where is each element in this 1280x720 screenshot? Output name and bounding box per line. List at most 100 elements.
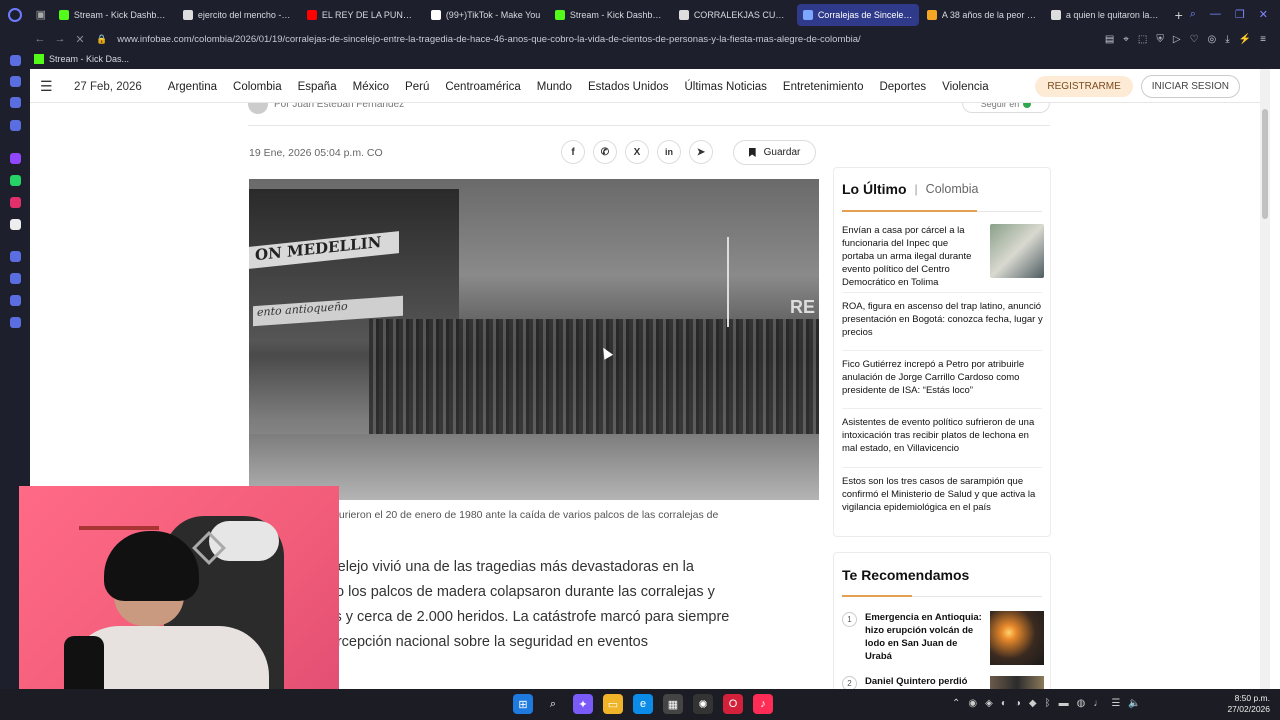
linkedin-icon[interactable]: in [657, 140, 681, 164]
twitch-icon[interactable] [10, 153, 21, 164]
settings-icon[interactable] [10, 317, 21, 328]
register-button[interactable]: REGISTRARME [1035, 76, 1133, 97]
instagram-icon[interactable] [10, 197, 21, 208]
menu-search-icon[interactable]: ☰ [40, 78, 60, 95]
browser-tab[interactable]: Stream - Kick Dashboard [549, 4, 671, 26]
account-icon[interactable]: ◎ [1208, 34, 1217, 45]
snapshot-icon[interactable]: ⬚ [1138, 34, 1147, 45]
tray-app-icon[interactable]: ◈ [985, 698, 993, 709]
recommended-thumbnail[interactable] [990, 611, 1044, 665]
minimize-icon[interactable]: — [1210, 8, 1221, 21]
sidebar-app-icon[interactable] [10, 55, 21, 66]
sidebar-app-icon[interactable] [10, 251, 21, 262]
recommended-thumbnail[interactable] [990, 676, 1044, 689]
start-icon[interactable]: ⊞ [513, 694, 533, 714]
edge-icon[interactable]: e [633, 694, 653, 714]
save-button[interactable]: Guardar [733, 140, 816, 165]
whatsapp-share-icon[interactable]: ✆ [593, 140, 617, 164]
news-item[interactable]: Fico Gutiérrez increpó a Petro por atrib… [842, 358, 1044, 397]
browser-tab[interactable]: EL REY DE LA PUNTUAL [301, 4, 423, 26]
nav-category[interactable]: Deportes [879, 81, 926, 93]
nav-category[interactable]: Violencia [942, 81, 988, 93]
shield-icon[interactable]: ⛨ [1156, 34, 1164, 45]
nav-category[interactable]: Argentina [168, 81, 217, 93]
latest-news-title[interactable]: Lo Último [842, 181, 907, 197]
browser-tab[interactable]: a quien le quitaron la cor [1045, 4, 1167, 26]
sidebar-app-icon[interactable] [10, 97, 21, 108]
browser-tab[interactable]: ejercito del mencho - Bu [177, 4, 299, 26]
bookmark-icon[interactable]: ♡ [1190, 34, 1199, 45]
sidebar-app-icon[interactable] [10, 120, 21, 131]
nav-category[interactable]: Mundo [537, 81, 572, 93]
login-button[interactable]: INICIAR SESION [1140, 75, 1240, 98]
news-item[interactable]: Asistentes de evento político sufrieron … [842, 416, 1044, 455]
browser-tab[interactable]: CORRALEKJAS CUANDO [673, 4, 795, 26]
tray-app-icon[interactable]: ◉ [968, 698, 977, 709]
tiktok-icon[interactable] [10, 219, 21, 230]
news-thumbnail[interactable] [990, 224, 1044, 278]
url-field[interactable]: www.infobae.com/colombia/2026/01/19/corr… [117, 34, 860, 45]
store-icon[interactable]: ▦ [663, 694, 683, 714]
nav-category[interactable]: Estados Unidos [588, 81, 669, 93]
nav-category[interactable]: España [298, 81, 337, 93]
recommended-item[interactable]: Emergencia en Antioquia: hizo erupción v… [865, 611, 985, 663]
browser-tab[interactable]: A 38 años de la peor tra [921, 4, 1043, 26]
opera-icon[interactable]: O [723, 694, 743, 714]
reader-icon[interactable]: ▤ [1105, 34, 1114, 45]
ai-icon[interactable]: ⚡ [1239, 34, 1251, 45]
page-scrollbar[interactable] [1260, 69, 1270, 689]
sidebar-app-icon[interactable] [10, 295, 21, 306]
microphone-icon[interactable]: ♩ [1093, 698, 1103, 709]
tab-menu-icon[interactable]: ▣ [30, 0, 52, 29]
file-explorer-icon[interactable]: ▭ [603, 694, 623, 714]
scrollbar-thumb[interactable] [1262, 109, 1268, 219]
more-icon[interactable]: ≡ [1260, 34, 1266, 45]
browser-tab[interactable]: Stream - Kick Dashboard [53, 4, 175, 26]
volume-icon[interactable]: 🔈 [1128, 698, 1140, 709]
search-tabs-icon[interactable]: ⌕ [1190, 8, 1196, 21]
news-item[interactable]: Envían a casa por cárcel a la funcionari… [842, 224, 982, 289]
tray-app-icon[interactable]: ◑ [1015, 698, 1021, 709]
tray-app-icon[interactable]: ◆ [1029, 698, 1037, 709]
bookmark-kick[interactable]: Stream - Kick Das... [34, 54, 129, 64]
nav-category[interactable]: Perú [405, 81, 429, 93]
tiktok-app-icon[interactable]: ♪ [753, 694, 773, 714]
browser-logo-icon[interactable] [0, 0, 30, 29]
sidebar-app-icon[interactable] [10, 76, 21, 87]
tray-chevron-icon[interactable]: ⌃ [952, 698, 960, 709]
back-icon[interactable]: ← [30, 33, 50, 45]
whatsapp-icon[interactable] [10, 175, 21, 186]
recommended-item[interactable]: Daniel Quintero perdió [865, 675, 985, 688]
nav-category[interactable]: Colombia [233, 81, 282, 93]
tray-app-icon[interactable]: ▬ [1059, 698, 1069, 709]
tray-app-icon[interactable]: ◐ [1001, 698, 1007, 709]
forward-icon[interactable]: → [50, 33, 70, 45]
latest-news-region[interactable]: Colombia [926, 182, 979, 196]
new-tab-button[interactable]: + [1168, 7, 1190, 23]
telegram-icon[interactable]: ➤ [689, 140, 713, 164]
clock[interactable]: 8:50 p.m. 27/02/2026 [1227, 693, 1270, 715]
facebook-icon[interactable]: f [561, 140, 585, 164]
news-item[interactable]: ROA, figura en ascenso del trap latino, … [842, 300, 1044, 339]
search-icon[interactable]: ⌕ [543, 694, 563, 714]
close-icon[interactable]: ✕ [1259, 8, 1268, 21]
browser-tab[interactable]: Corralejas de Sincelejo, en [796, 3, 919, 26]
nav-category[interactable]: México [353, 81, 389, 93]
copilot-icon[interactable]: ✦ [573, 694, 593, 714]
history-icon[interactable] [10, 273, 21, 284]
wifi-icon[interactable]: ☰ [1111, 698, 1120, 709]
nav-category[interactable]: Entretenimiento [783, 81, 864, 93]
maximize-icon[interactable]: ❐ [1235, 8, 1245, 21]
play-icon[interactable]: ▷ [1173, 34, 1181, 45]
nav-category[interactable]: Centroamérica [445, 81, 520, 93]
lock-icon[interactable]: 🔒 [96, 34, 107, 45]
stop-icon[interactable]: ✕ [70, 33, 90, 46]
pin-icon[interactable]: ⌖ [1123, 34, 1129, 45]
news-item[interactable]: Estos son los tres casos de sarampión qu… [842, 475, 1044, 514]
x-icon[interactable]: X [625, 140, 649, 164]
bluetooth-icon[interactable]: ᛒ [1045, 698, 1051, 709]
tray-app-icon[interactable]: ◍ [1077, 698, 1086, 709]
chatgpt-icon[interactable]: ✺ [693, 694, 713, 714]
download-icon[interactable]: ⤓ [1225, 34, 1229, 45]
browser-tab[interactable]: (99+)TikTok - Make You [425, 4, 547, 26]
